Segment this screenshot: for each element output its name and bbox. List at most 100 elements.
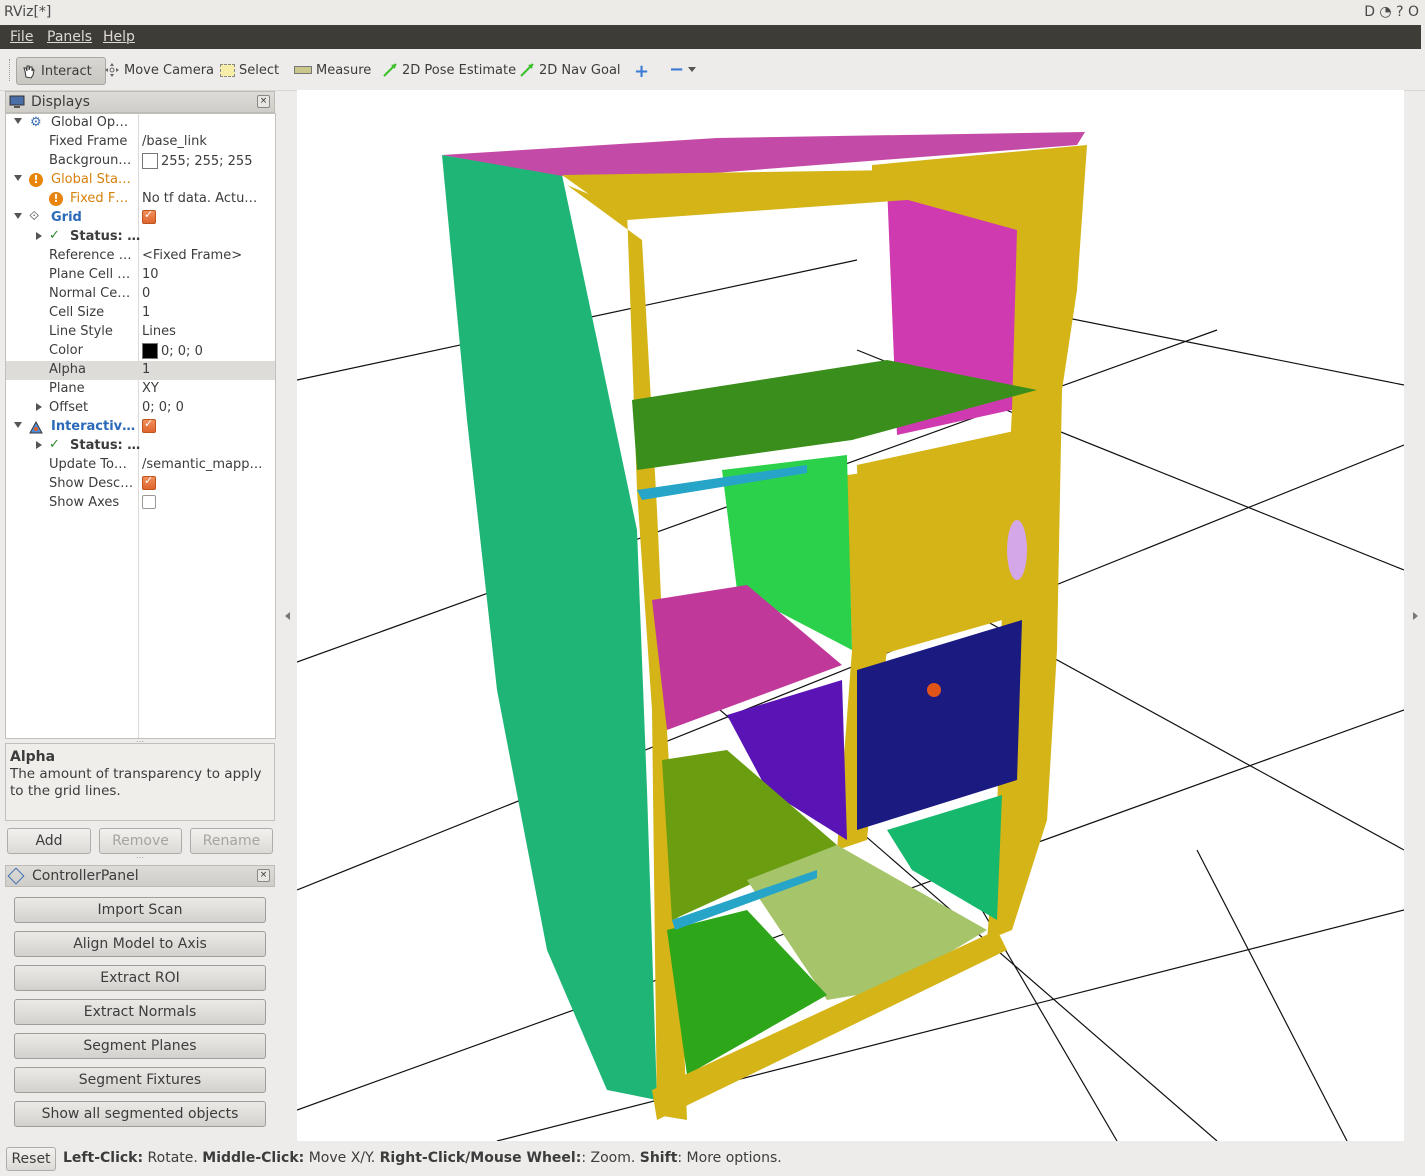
row-value[interactable] [142, 210, 272, 224]
hint-shift: Shift [639, 1150, 678, 1166]
row-value: 255; 255; 255 [161, 153, 253, 169]
controller-close-icon[interactable]: × [257, 869, 270, 882]
description-title: Alpha [10, 749, 56, 765]
scene-canvas[interactable] [297, 90, 1404, 1141]
row-value[interactable]: /base_link [142, 134, 272, 149]
row-value[interactable]: 1 [142, 305, 272, 320]
tree-row-fixed-frame-status[interactable]: ! Fixed F… No tf data. Actu… [6, 190, 275, 209]
menu-bar: File Panels Help [0, 25, 1421, 49]
menu-panels[interactable]: Panels [47, 29, 92, 45]
tree-row-fixed-frame[interactable]: Fixed Frame /base_link [6, 133, 275, 152]
tree-row-normal-cell-count[interactable]: Normal Ce… 0 [6, 285, 275, 304]
interact-tool-button[interactable]: Interact [16, 57, 106, 85]
panel-diamond-icon [7, 867, 25, 885]
row-key: Interactiv… [51, 419, 136, 434]
row-value[interactable]: 10 [142, 267, 272, 282]
tree-row-grid[interactable]: ⟐ Grid [6, 209, 275, 228]
row-value[interactable]: /semantic_mapp… [142, 457, 272, 472]
displays-tree[interactable]: ⚙ Global Op… Fixed Frame /base_link Back… [5, 113, 276, 739]
hint-zoom: : Zoom. [581, 1150, 640, 1166]
nav-goal-tool-button[interactable]: 2D Nav Goal [515, 57, 625, 83]
move-camera-icon [105, 63, 119, 77]
row-value[interactable]: 1 [142, 362, 272, 377]
tree-row-update-topic[interactable]: Update To… /semantic_mapp… [6, 456, 275, 475]
row-key: Line Style [49, 324, 113, 339]
row-value[interactable]: XY [142, 381, 272, 396]
row-key: Cell Size [49, 305, 105, 320]
reset-button[interactable]: Reset [6, 1147, 56, 1171]
remove-tool-icon[interactable]: − [669, 59, 684, 80]
row-key: Status: … [70, 229, 141, 244]
extract-roi-button[interactable]: Extract ROI [14, 965, 266, 991]
row-value[interactable]: Lines [142, 324, 272, 339]
tree-row-global-options[interactable]: ⚙ Global Op… [6, 114, 275, 133]
interact-label: Interact [41, 63, 92, 79]
menu-help[interactable]: Help [103, 29, 135, 45]
menu-file[interactable]: File [10, 29, 33, 45]
collapse-left-arrow-icon[interactable] [285, 612, 290, 620]
tree-row-background[interactable]: Backgroun… 255; 255; 255 [6, 152, 275, 171]
segment-planes-button[interactable]: Segment Planes [14, 1033, 266, 1059]
hand-icon [23, 65, 35, 79]
extract-normals-button[interactable]: Extract Normals [14, 999, 266, 1025]
row-value[interactable] [142, 476, 272, 490]
move-camera-tool-button[interactable]: Move Camera [100, 57, 218, 83]
expand-icon[interactable] [14, 175, 22, 181]
row-key: Status: … [70, 438, 141, 453]
expand-icon[interactable] [36, 232, 42, 240]
color-swatch [142, 343, 158, 359]
select-tool-button[interactable]: Select [216, 57, 283, 83]
tree-row-interactive-markers[interactable]: Interactiv… [6, 418, 275, 437]
align-model-button[interactable]: Align Model to Axis [14, 931, 266, 957]
pose-estimate-tool-button[interactable]: 2D Pose Estimate [378, 57, 520, 83]
tree-row-interactive-status[interactable]: ✓ Status: … [6, 437, 275, 456]
row-value-wrap[interactable]: 255; 255; 255 [142, 153, 272, 169]
remove-display-button[interactable]: Remove [99, 828, 182, 854]
displays-close-icon[interactable]: × [257, 95, 270, 108]
expand-icon[interactable] [14, 422, 22, 428]
show-axes-checkbox[interactable] [142, 495, 156, 509]
rename-display-button[interactable]: Rename [190, 828, 273, 854]
row-value-wrap[interactable]: 0; 0; 0 [142, 343, 272, 359]
toolbar-grip [9, 59, 12, 81]
segment-fixtures-button[interactable]: Segment Fixtures [14, 1067, 266, 1093]
tree-row-alpha[interactable]: Alpha 1 [6, 361, 275, 380]
interactive-markers-enabled-checkbox[interactable] [142, 419, 156, 433]
row-key: Reference … [49, 248, 132, 263]
tool-dropdown-arrow-icon[interactable] [688, 67, 696, 72]
import-scan-button[interactable]: Import Scan [14, 897, 266, 923]
show-segmented-objects-button[interactable]: Show all segmented objects [14, 1101, 266, 1127]
row-value[interactable]: <Fixed Frame> [142, 248, 272, 263]
window-controls[interactable]: D ◔ ? O [1364, 4, 1419, 20]
expand-icon[interactable] [36, 403, 42, 411]
expand-icon[interactable] [14, 213, 22, 219]
grid-enabled-checkbox[interactable] [142, 210, 156, 224]
expand-icon[interactable] [14, 118, 22, 124]
tree-row-global-status[interactable]: ! Global Sta… [6, 171, 275, 190]
tree-row-show-axes[interactable]: Show Axes [6, 494, 275, 513]
tree-row-line-style[interactable]: Line Style Lines [6, 323, 275, 342]
add-display-button[interactable]: Add [7, 828, 91, 854]
interactive-markers-icon [29, 421, 43, 434]
measure-tool-button[interactable]: Measure [290, 57, 375, 83]
show-descriptions-checkbox[interactable] [142, 476, 156, 490]
splitter-handle[interactable]: ⋯ [136, 853, 144, 862]
tree-row-plane-cell-count[interactable]: Plane Cell … 10 [6, 266, 275, 285]
add-tool-icon[interactable]: + [634, 61, 649, 82]
controller-panel-title: ControllerPanel [32, 868, 139, 884]
render-viewport[interactable] [297, 90, 1404, 1141]
tree-row-plane[interactable]: Plane XY [6, 380, 275, 399]
tree-row-cell-size[interactable]: Cell Size 1 [6, 304, 275, 323]
expand-icon[interactable] [36, 441, 42, 449]
row-value[interactable] [142, 419, 272, 433]
tree-row-offset[interactable]: Offset 0; 0; 0 [6, 399, 275, 418]
collapse-right-arrow-icon[interactable] [1413, 612, 1418, 620]
tree-row-grid-status[interactable]: ✓ Status: … [6, 228, 275, 247]
tree-row-reference-frame[interactable]: Reference … <Fixed Frame> [6, 247, 275, 266]
row-key: Show Desc… [49, 476, 134, 491]
row-value[interactable]: 0 [142, 286, 272, 301]
tree-row-color[interactable]: Color 0; 0; 0 [6, 342, 275, 361]
row-value[interactable] [142, 495, 272, 509]
row-value[interactable]: 0; 0; 0 [142, 400, 272, 415]
tree-row-show-descriptions[interactable]: Show Desc… [6, 475, 275, 494]
